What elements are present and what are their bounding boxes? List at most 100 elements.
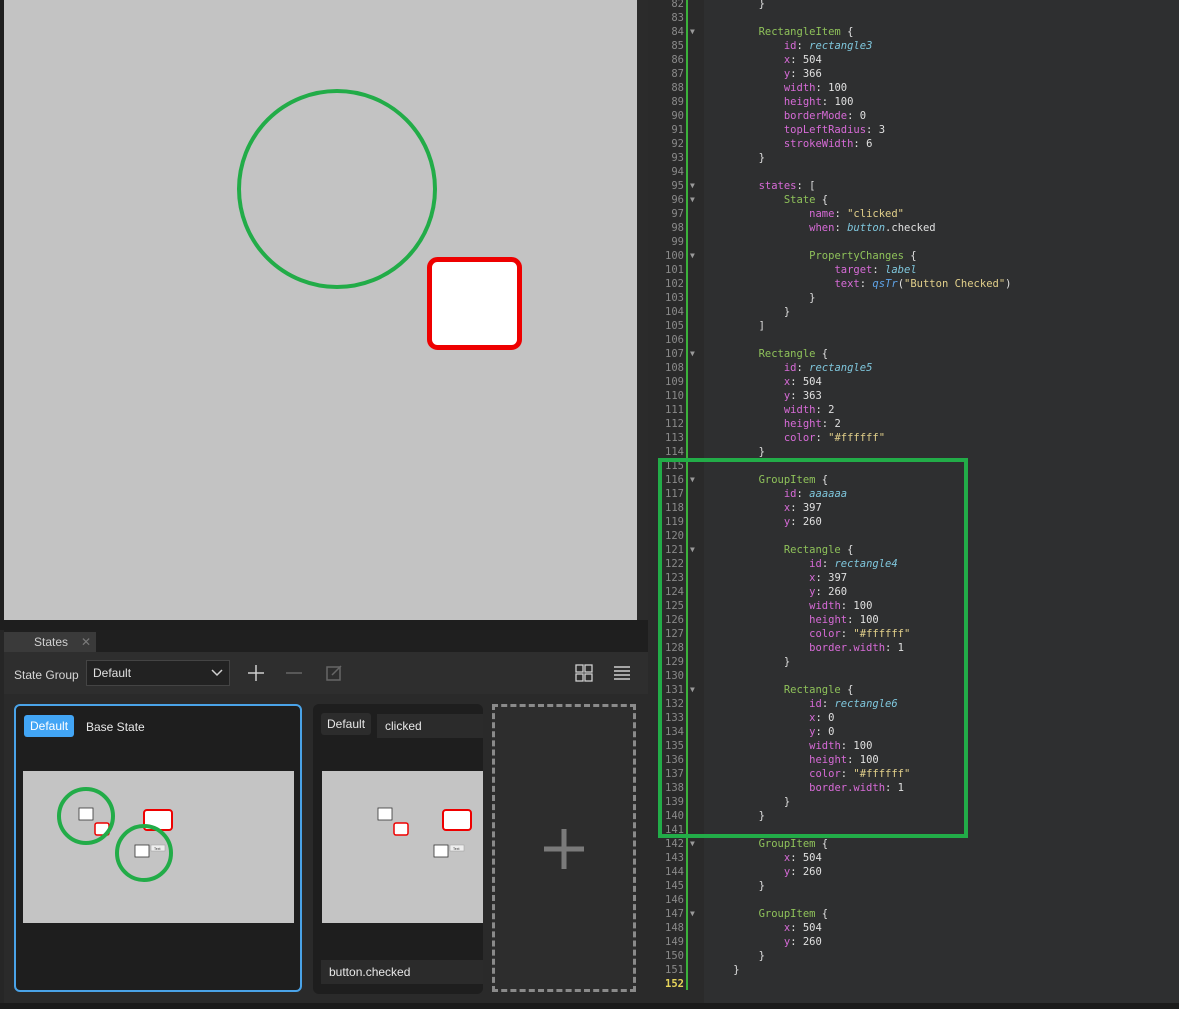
code-line[interactable]: 101 target: label bbox=[648, 263, 1179, 277]
code-line[interactable]: 107 ▼ Rectangle { bbox=[648, 347, 1179, 361]
grid-view-icon[interactable] bbox=[572, 661, 596, 685]
fold-arrow-icon[interactable]: ▼ bbox=[690, 249, 695, 263]
code-line[interactable]: 148 x: 504 bbox=[648, 921, 1179, 935]
code-line[interactable]: 108 id: rectangle5 bbox=[648, 361, 1179, 375]
code-line[interactable]: 85 id: rectangle3 bbox=[648, 39, 1179, 53]
code-line[interactable]: 97 name: "clicked" bbox=[648, 207, 1179, 221]
states-area: Default Base State Text Default clicked … bbox=[4, 694, 648, 1009]
plus-icon[interactable] bbox=[244, 661, 268, 685]
fold-arrow-icon[interactable]: ▼ bbox=[690, 193, 695, 207]
code-line[interactable]: 92 strokeWidth: 6 bbox=[648, 137, 1179, 151]
code-line[interactable]: 110 y: 363 bbox=[648, 389, 1179, 403]
code-line[interactable]: 87 y: 366 bbox=[648, 67, 1179, 81]
code-line[interactable]: 100 ▼ PropertyChanges { bbox=[648, 249, 1179, 263]
default-badge[interactable]: Default bbox=[24, 715, 75, 737]
code-line[interactable]: 90 borderMode: 0 bbox=[648, 109, 1179, 123]
design-canvas[interactable] bbox=[4, 0, 637, 620]
close-icon[interactable]: ✕ bbox=[81, 632, 91, 652]
states-tab[interactable]: States ✕ bbox=[4, 632, 96, 652]
code-line[interactable]: 143 x: 504 bbox=[648, 851, 1179, 865]
code-line[interactable]: 106 bbox=[648, 333, 1179, 347]
code-line[interactable]: 145 } bbox=[648, 879, 1179, 893]
code-line[interactable]: 95 ▼ states: [ bbox=[648, 179, 1179, 193]
code-token: 504 bbox=[802, 54, 822, 66]
code-token: } bbox=[809, 292, 816, 304]
line-number: 83 bbox=[671, 12, 684, 24]
code-token: GroupItem bbox=[758, 908, 816, 920]
edit-icon[interactable] bbox=[322, 661, 346, 685]
line-number: 96 bbox=[671, 194, 684, 206]
code-line[interactable]: 98 when: button.checked bbox=[648, 221, 1179, 235]
code-line[interactable]: 82 } bbox=[648, 0, 1179, 11]
when-condition-field[interactable]: button.checked bbox=[321, 960, 483, 984]
line-number: 114 bbox=[665, 446, 684, 458]
code-line[interactable]: 112 height: 2 bbox=[648, 417, 1179, 431]
fold-arrow-icon[interactable]: ▼ bbox=[690, 179, 695, 193]
code-line[interactable]: 96 ▼ State { bbox=[648, 193, 1179, 207]
state-card-base[interactable]: Default Base State Text bbox=[14, 704, 302, 992]
code-line[interactable]: 146 bbox=[648, 893, 1179, 907]
code-token: RectangleItem bbox=[758, 26, 841, 38]
code-token: : bbox=[853, 138, 867, 150]
code-text: id: rectangle5 bbox=[708, 361, 873, 375]
code-line[interactable]: 142 ▼ GroupItem { bbox=[648, 837, 1179, 851]
line-number: 101 bbox=[665, 264, 684, 276]
line-number: 98 bbox=[671, 222, 684, 234]
code-line[interactable]: 86 x: 504 bbox=[648, 53, 1179, 67]
code-line[interactable]: 114 } bbox=[648, 445, 1179, 459]
code-token: : bbox=[834, 208, 848, 220]
code-line[interactable]: 102 text: qsTr("Button Checked") bbox=[648, 277, 1179, 291]
code-token: ] bbox=[758, 320, 765, 332]
code-line[interactable]: 93 } bbox=[648, 151, 1179, 165]
code-token: State bbox=[783, 194, 816, 206]
code-line[interactable]: 144 y: 260 bbox=[648, 865, 1179, 879]
code-line[interactable]: 152 bbox=[648, 977, 1179, 991]
code-token: : bbox=[821, 96, 835, 108]
code-line[interactable]: 103 } bbox=[648, 291, 1179, 305]
fold-arrow-icon[interactable]: ▼ bbox=[690, 347, 695, 361]
code-token: PropertyChanges bbox=[809, 250, 904, 262]
line-number: 113 bbox=[665, 432, 684, 444]
code-line[interactable]: 83 bbox=[648, 11, 1179, 25]
code-line[interactable]: 104 } bbox=[648, 305, 1179, 319]
state-name-field[interactable]: clicked bbox=[377, 714, 483, 738]
fold-arrow-icon[interactable]: ▼ bbox=[690, 25, 695, 39]
code-line[interactable]: 91 topLeftRadius: 3 bbox=[648, 123, 1179, 137]
fold-arrow-icon[interactable]: ▼ bbox=[690, 907, 695, 921]
rectangle3-item[interactable] bbox=[427, 257, 522, 350]
state-card-clicked[interactable]: Default clicked Text button.checked bbox=[313, 704, 483, 994]
default-badge[interactable]: Default bbox=[321, 713, 372, 735]
code-line[interactable]: 105 ] bbox=[648, 319, 1179, 333]
code-line[interactable]: 99 bbox=[648, 235, 1179, 249]
state-group-select[interactable]: Default bbox=[86, 660, 230, 686]
list-view-icon[interactable] bbox=[610, 661, 634, 685]
code-token: : bbox=[821, 418, 835, 430]
add-state-button[interactable] bbox=[492, 704, 636, 992]
code-line[interactable]: 147 ▼ GroupItem { bbox=[648, 907, 1179, 921]
code-text: } bbox=[708, 151, 765, 165]
code-line[interactable]: 151 } bbox=[648, 963, 1179, 977]
code-text: y: 363 bbox=[708, 389, 822, 403]
code-text: x: 504 bbox=[708, 851, 822, 865]
code-line[interactable]: 94 bbox=[648, 165, 1179, 179]
code-line[interactable]: 109 x: 504 bbox=[648, 375, 1179, 389]
line-number: 89 bbox=[671, 96, 684, 108]
view-splitter[interactable] bbox=[637, 0, 648, 630]
code-line[interactable]: 149 y: 260 bbox=[648, 935, 1179, 949]
code-line[interactable]: 150 } bbox=[648, 949, 1179, 963]
code-text: name: "clicked" bbox=[708, 207, 904, 221]
code-line[interactable]: 113 color: "#ffffff" bbox=[648, 431, 1179, 445]
code-token: .checked bbox=[885, 222, 936, 234]
code-line[interactable]: 89 height: 100 bbox=[648, 95, 1179, 109]
code-line[interactable]: 111 width: 2 bbox=[648, 403, 1179, 417]
code-line[interactable]: 88 width: 100 bbox=[648, 81, 1179, 95]
fold-arrow-icon[interactable]: ▼ bbox=[690, 837, 695, 851]
minus-icon[interactable] bbox=[282, 661, 306, 685]
code-token: borderMode bbox=[783, 110, 848, 122]
code-text: RectangleItem { bbox=[708, 25, 854, 39]
code-line[interactable]: 84 ▼ RectangleItem { bbox=[648, 25, 1179, 39]
